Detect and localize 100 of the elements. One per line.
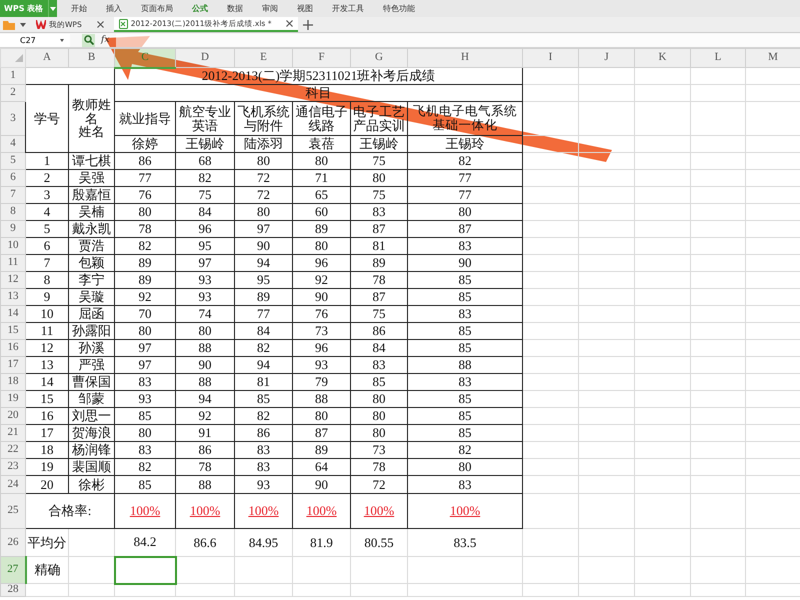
table-cell: 3 [26,186,68,204]
column-heading: 飞机系统与附件 [234,102,292,136]
column-header[interactable]: M [746,48,800,68]
cell-reference: C27 [20,36,36,44]
row-header[interactable]: 17 [0,356,26,374]
row-header[interactable]: 5 [0,152,26,170]
table-cell: 92 [292,272,350,288]
table-cell: 78 [176,458,234,476]
row-header[interactable]: 11 [0,254,26,272]
close-icon[interactable] [286,20,294,27]
row-header[interactable]: 10 [0,238,26,254]
row-header[interactable]: 7 [0,186,26,204]
dropdown-button[interactable] [48,0,57,17]
table-cell: 93 [114,390,176,408]
row-header[interactable]: 14 [0,306,26,322]
menu-tab[interactable]: 视图 [289,0,321,17]
row-header[interactable]: 26 [0,528,26,556]
table-cell: 戴永凯 [68,220,114,238]
table-cell: 9 [26,288,68,306]
table-cell: 96 [292,254,350,272]
table-cell: 97 [234,220,292,238]
formula-field[interactable] [116,34,800,46]
column-header[interactable]: F [292,48,350,68]
table-cell: 77 [114,170,176,186]
table-cell: 100% [176,494,234,528]
menu-tab[interactable]: 插入 [98,0,130,17]
name-box[interactable]: C27 [0,34,70,46]
close-icon[interactable] [96,21,104,28]
row-header[interactable]: 2 [0,84,26,102]
search-button[interactable] [82,34,95,46]
menu-tab[interactable]: 公式 [184,0,216,17]
menu-tab[interactable]: 开始 [63,0,95,17]
row-header[interactable]: 8 [0,204,26,220]
table-cell: 王锡岭 [350,136,408,152]
row-header[interactable]: 21 [0,424,26,442]
table-cell: 92 [114,288,176,306]
table-cell: 75 [350,306,408,322]
row-header[interactable]: 20 [0,408,26,424]
table-cell: 10 [26,306,68,322]
column-header[interactable]: K [634,48,690,68]
row-header[interactable]: 24 [0,476,26,494]
column-header[interactable]: L [690,48,746,68]
menu-tab[interactable]: 数据 [219,0,251,17]
table-cell: 曹保国 [68,374,114,390]
table-cell: 93 [234,476,292,494]
table-cell: 89 [234,288,292,306]
table-cell: 80 [114,424,176,442]
menu-tab[interactable]: 特色功能 [375,0,423,17]
row-header[interactable]: 13 [0,288,26,306]
row-header[interactable]: 1 [0,68,26,84]
menu-tab[interactable]: 开发工具 [324,0,372,17]
row-header[interactable]: 25 [0,494,26,528]
table-cell: 83 [408,374,522,390]
table-cell: 89 [114,254,176,272]
row-header[interactable]: 22 [0,442,26,458]
column-header[interactable]: I [522,48,578,68]
table-cell: 杨润锋 [68,442,114,458]
column-header[interactable]: G [350,48,408,68]
column-header[interactable]: D [176,48,234,68]
table-cell: 75 [350,152,408,170]
table-cell: 85 [114,476,176,494]
table-cell: 83 [408,238,522,254]
table-cell: 1 [26,152,68,170]
table-cell: 85 [408,322,522,340]
row-header[interactable]: 3 [0,102,26,136]
active-cell[interactable] [114,556,176,584]
table-cell: 70 [114,306,176,322]
row-header[interactable]: 28 [0,584,26,596]
table-cell: 100% [350,494,408,528]
row-header[interactable]: 6 [0,170,26,186]
column-header[interactable]: E [234,48,292,68]
table-cell: 81 [350,238,408,254]
caret-icon[interactable] [20,22,26,26]
table-cell: 86 [114,152,176,170]
row-header[interactable]: 18 [0,374,26,390]
row-header[interactable]: 27 [0,556,26,584]
table-cell: 95 [176,238,234,254]
table-cell: 平均分 [26,528,68,556]
plus-icon[interactable] [303,20,314,30]
row-header[interactable]: 9 [0,220,26,238]
row-header[interactable]: 19 [0,390,26,408]
table-cell: 96 [176,220,234,238]
table-cell: 14 [26,374,68,390]
column-header[interactable]: H [408,48,522,68]
table-cell: 82 [176,170,234,186]
table-cell: 97 [176,254,234,272]
table-cell: 85 [408,288,522,306]
row-header[interactable]: 4 [0,136,26,152]
table-cell: 83 [234,458,292,476]
column-header[interactable]: J [578,48,634,68]
column-header[interactable]: B [68,48,114,68]
menu-tab[interactable]: 页面布局 [133,0,181,17]
table-cell: 83 [350,356,408,374]
row-header[interactable]: 12 [0,272,26,288]
row-header[interactable]: 16 [0,340,26,356]
table-cell: 80 [114,322,176,340]
row-header[interactable]: 23 [0,458,26,476]
row-header[interactable]: 15 [0,322,26,340]
menu-tab[interactable]: 审阅 [254,0,286,17]
column-header[interactable]: A [26,48,68,68]
